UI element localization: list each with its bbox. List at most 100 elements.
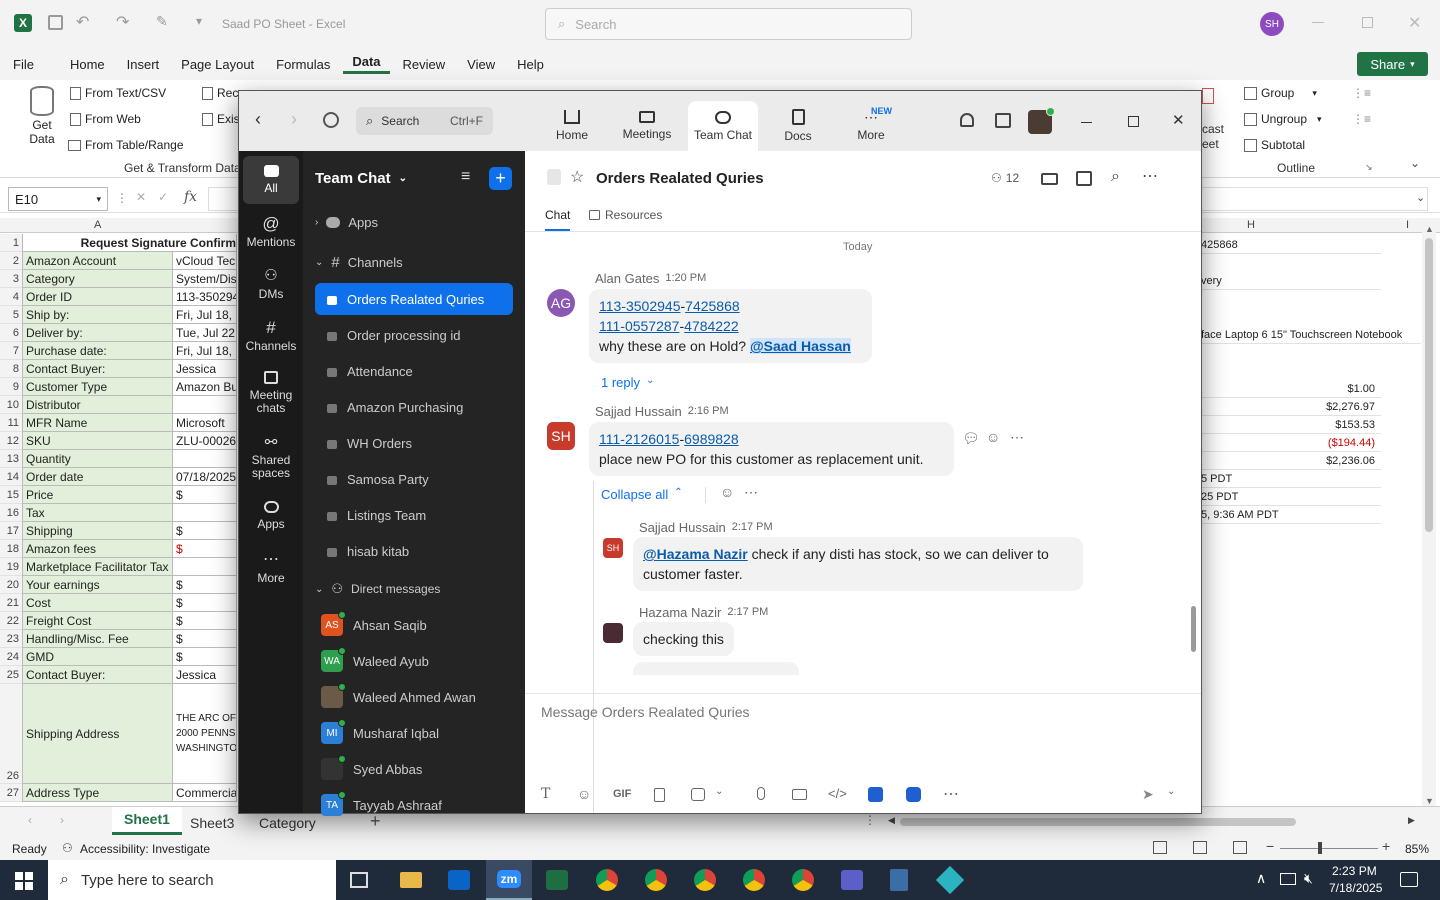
microphone-icon[interactable] <box>757 787 765 800</box>
video-icon[interactable] <box>1041 173 1058 185</box>
cell-b[interactable]: $ <box>173 540 237 558</box>
rail-all[interactable]: All <box>243 156 299 204</box>
chrome-icon[interactable] <box>792 869 814 891</box>
send-icon[interactable]: ➤ <box>1142 786 1154 803</box>
more-options-icon[interactable]: ⋯ <box>943 784 959 804</box>
tab-resources[interactable]: Resources <box>589 208 662 222</box>
cell-b[interactable] <box>173 396 237 414</box>
row-header[interactable]: 13 <box>0 450 22 468</box>
cell-a[interactable]: GMD <box>22 648 173 666</box>
taskbar-time[interactable]: 2:23 PM <box>1332 864 1377 878</box>
dm-item[interactable]: WA Waleed Ayub <box>321 646 513 676</box>
dm-item[interactable]: AS Ahsan Saqib <box>321 610 513 640</box>
scroll-thumb-horizontal[interactable] <box>900 818 1296 826</box>
cell-b[interactable]: ZLU-00026 <box>173 432 237 450</box>
accessibility-icon[interactable]: ⚇ <box>62 841 73 855</box>
cell-a[interactable]: SKU <box>22 432 173 450</box>
channel-item[interactable]: Attendance <box>315 355 513 387</box>
rail-apps[interactable]: Apps <box>243 493 299 539</box>
cell-b[interactable]: $ <box>173 612 237 630</box>
cell-a[interactable]: Contact Buyer: <box>22 360 173 378</box>
page-layout-view-icon[interactable] <box>1193 841 1207 854</box>
reply-count-button[interactable]: 1 reply ⌄ <box>601 375 654 390</box>
cell-h[interactable]: $153.53 <box>1201 416 1381 434</box>
dm-item[interactable]: Waleed Ahmed Awan <box>321 682 513 712</box>
cell-h[interactable]: very <box>1201 272 1381 290</box>
from-web-button[interactable]: From Web <box>70 112 141 126</box>
cell-b[interactable]: Fri, Jul 18, 2 <box>173 342 237 360</box>
share-button[interactable]: Share ▾ <box>1357 52 1428 76</box>
back-icon[interactable]: ‹ <box>255 109 261 130</box>
code-snippet-icon[interactable]: </> <box>828 786 847 801</box>
zoom-search-box[interactable]: ⌕ Search Ctrl+F <box>356 107 493 135</box>
row-header[interactable]: 6 <box>0 324 22 342</box>
rail-mentions[interactable]: @ Mentions <box>243 209 299 255</box>
minimize-icon[interactable] <box>1081 122 1092 123</box>
rail-more[interactable]: ⋯ More <box>243 545 299 591</box>
cell-b[interactable]: Fri, Jul 18, 2 <box>173 306 237 324</box>
cell-a[interactable]: Purchase date: <box>22 342 173 360</box>
message-author[interactable]: Sajjad Hussain <box>639 520 726 535</box>
channel-item[interactable]: hisab kitab <box>315 535 513 567</box>
taskbar-date[interactable]: 7/18/2025 <box>1329 881 1382 895</box>
column-header-i[interactable]: I <box>1406 219 1409 231</box>
redo-icon[interactable]: ↷ <box>116 12 129 32</box>
show-hidden-icons-icon[interactable]: ∧ <box>1256 870 1266 887</box>
order-link[interactable]: 111-2126015 <box>599 431 679 447</box>
scroll-thumb[interactable] <box>1425 238 1433 532</box>
cell-a[interactable]: Your earnings <box>22 576 173 594</box>
zoom-slider[interactable] <box>1280 848 1378 849</box>
collapse-all-button[interactable]: Collapse all ⌃ <box>601 487 683 502</box>
row-header[interactable]: 22 <box>0 612 22 630</box>
menu-review[interactable]: Review <box>394 57 455 72</box>
tab-docs[interactable]: Docs <box>763 101 833 151</box>
new-chat-button[interactable]: + <box>489 167 512 190</box>
chrome-icon[interactable] <box>694 869 716 891</box>
collapse-ribbon-icon[interactable]: ⌄ <box>1410 156 1420 170</box>
calculator-icon[interactable] <box>890 869 908 891</box>
order-link[interactable]: 6989828 <box>684 431 739 447</box>
tab-home[interactable]: Home <box>537 101 607 151</box>
cell-b[interactable]: Commercia <box>173 784 237 802</box>
file-explorer-icon[interactable] <box>400 872 422 888</box>
undo-icon[interactable]: ↶ <box>76 12 89 32</box>
cell-a[interactable]: Freight Cost <box>22 612 173 630</box>
rail-shared-spaces[interactable]: ⚯ Shared spaces <box>243 429 299 485</box>
cell-a[interactable]: Address Type <box>22 784 173 802</box>
reply-icon[interactable]: 💬︎ <box>962 430 980 447</box>
zoom-level[interactable]: 85% <box>1405 842 1429 856</box>
apps-section[interactable]: › Apps <box>315 215 378 230</box>
row-header[interactable]: 9 <box>0 378 22 396</box>
from-table-range-button[interactable]: From Table/Range <box>68 138 184 152</box>
order-link[interactable]: 7425868 <box>685 298 740 314</box>
page-break-view-icon[interactable] <box>1233 841 1247 854</box>
name-box[interactable]: E10 ▾ <box>8 187 108 211</box>
cell-b[interactable]: Amazon Bu <box>173 378 237 396</box>
gif-button[interactable]: GIF <box>613 788 631 800</box>
more-options-icon[interactable]: ⋮ <box>864 813 876 827</box>
dm-item[interactable]: Syed Abbas <box>321 754 513 784</box>
chrome-icon[interactable] <box>596 869 618 891</box>
emoji-icon[interactable]: ☺ <box>577 786 591 802</box>
windows-start-icon[interactable] <box>15 872 33 890</box>
column-header-a[interactable]: A <box>94 219 101 231</box>
cell-a[interactable]: Amazon fees <box>22 540 173 558</box>
chevron-down-icon[interactable]: ⌄ <box>715 786 723 797</box>
cell-b[interactable]: THE ARC OF 2000 PENNS WASHINGTO <box>173 684 237 784</box>
scroll-down-icon[interactable]: ▼ <box>1425 796 1434 806</box>
more-options-icon[interactable]: ⋯ <box>1142 166 1158 186</box>
menu-file[interactable]: File <box>4 57 43 72</box>
excel-search-box[interactable]: ⌕ Search <box>545 8 912 40</box>
channels-section[interactable]: ⌄ # Channels <box>315 254 403 271</box>
tab-chat[interactable]: Chat <box>545 208 571 231</box>
cell-b[interactable]: Microsoft <box>173 414 237 432</box>
mention[interactable]: @Hazama Nazir <box>643 546 748 562</box>
cell-a[interactable]: Distributor <box>22 396 173 414</box>
order-link[interactable]: 113-3502945 <box>599 298 680 314</box>
task-view-icon[interactable] <box>350 872 368 888</box>
cell-b[interactable]: Jessica <box>173 666 237 684</box>
close-icon[interactable]: ✕ <box>1408 13 1421 33</box>
cell-b[interactable]: $ <box>173 522 237 540</box>
rail-channels[interactable]: # Channels <box>243 313 299 359</box>
history-icon[interactable] <box>323 112 339 128</box>
